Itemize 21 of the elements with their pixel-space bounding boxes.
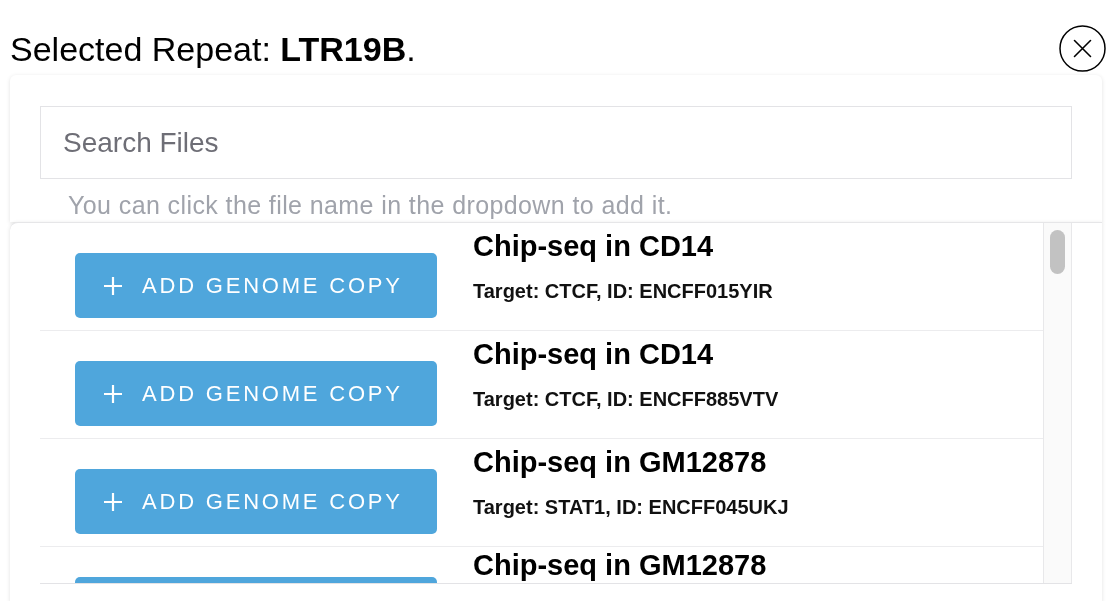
close-button[interactable] — [1059, 25, 1106, 72]
file-details: Target: STAT1, ID: ENCFF045UKJ — [473, 495, 789, 520]
search-field[interactable]: Search Files — [40, 106, 1072, 179]
add-genome-copy-button[interactable]: ADD GENOME COPY — [75, 361, 437, 426]
close-icon — [1059, 25, 1106, 72]
file-details: Target: CTCF, ID: ENCFF885VTV — [473, 387, 779, 412]
search-hint: You can click the file name in the dropdown to add it. — [67, 191, 674, 219]
dialog-title: Selected Repeat: LTR19B. — [10, 28, 416, 69]
add-genome-copy-button[interactable]: ADD GENOME COPY — [75, 469, 437, 534]
add-genome-copy-button[interactable]: ADD GENOME COPY — [75, 253, 437, 318]
file-title: Chip-seq in CD14 — [473, 337, 714, 371]
plus-icon — [104, 276, 122, 295]
file-details: Target: CTCF, ID: ENCFF015YIR — [473, 279, 773, 304]
scrollbar-thumb[interactable] — [1050, 230, 1065, 274]
plus-icon — [104, 384, 122, 403]
file-title: Chip-seq in GM12878 — [473, 548, 767, 582]
scrollbar[interactable] — [1043, 223, 1072, 583]
file-title: Chip-seq in CD14 — [473, 229, 714, 263]
plus-icon — [104, 492, 122, 511]
file-title: Chip-seq in GM12878 — [473, 445, 767, 479]
add-genome-copy-button[interactable] — [75, 577, 437, 583]
